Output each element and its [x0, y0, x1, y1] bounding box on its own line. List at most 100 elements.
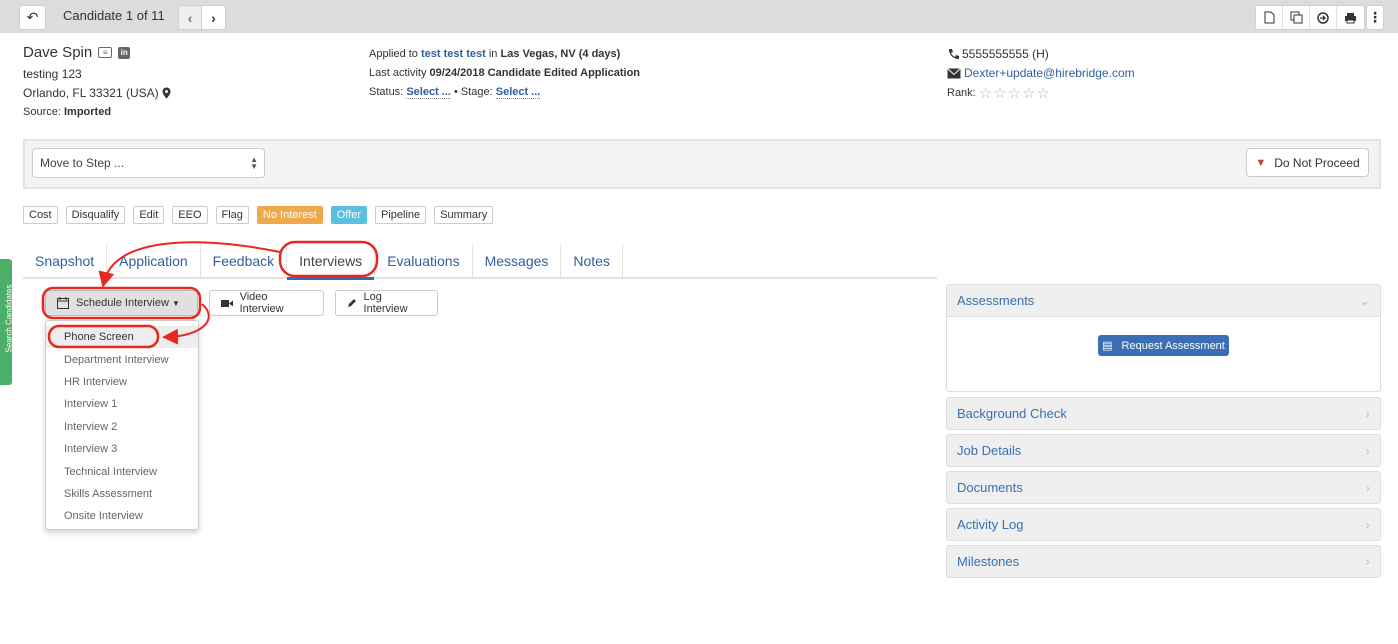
menu-item-interview-1[interactable]: Interview 1 [46, 393, 198, 415]
forward-circle-icon[interactable] [1310, 6, 1337, 29]
back-button[interactable]: ↶ [19, 5, 46, 30]
phone-number: 5555555555 (H) [962, 47, 1049, 61]
chevron-left-icon[interactable]: ‹ [179, 6, 202, 29]
chevron-right-icon: › [1365, 443, 1370, 458]
video-interview-button[interactable]: Video Interview [209, 290, 324, 316]
menu-item-phone-screen[interactable]: Phone Screen [46, 326, 198, 349]
step-panel: Move to Step ... ▲ ▼ ▼ Do Not Proceed [23, 139, 1381, 189]
top-toolbar: ↶ Candidate 1 of 11 ‹ › ⋮ [0, 0, 1398, 33]
calendar-icon [57, 297, 69, 309]
log-interview-button[interactable]: Log Interview [335, 290, 438, 316]
source-label: Source: [23, 106, 61, 118]
documents-title: Documents [957, 480, 1023, 495]
toolbar-actions [1255, 5, 1365, 30]
request-assessment-button[interactable]: ▤ Request Assessment [1098, 335, 1229, 356]
rank-label: Rank: [947, 87, 976, 99]
chevron-right-icon: › [1365, 406, 1370, 421]
caret-down-icon: ▼ [171, 298, 180, 308]
search-candidates-label: Search Candidates [4, 284, 14, 353]
action-tags: Cost Disqualify Edit EEO Flag No Interes… [23, 206, 494, 224]
assessments-title: Assessments [957, 293, 1035, 308]
stage-select[interactable]: Select ... [495, 86, 541, 99]
search-candidates-tab[interactable]: Search Candidates [0, 259, 14, 385]
move-to-step-select[interactable]: Move to Step ... ▲ ▼ [32, 148, 265, 178]
menu-item-interview-3[interactable]: Interview 3 [46, 438, 198, 460]
tag-offer[interactable]: Offer [330, 206, 367, 224]
candidate-source: Source: Imported [23, 106, 111, 118]
milestones-panel[interactable]: Milestones › [946, 545, 1381, 578]
applied-prefix: Applied to [369, 48, 418, 60]
print-icon[interactable] [1337, 6, 1364, 29]
schedule-interview-button[interactable]: Schedule Interview ▼ [45, 290, 198, 316]
documents-panel[interactable]: Documents › [946, 471, 1381, 504]
tab-messages[interactable]: Messages [473, 244, 562, 277]
activity-log-title: Activity Log [957, 517, 1024, 532]
tab-snapshot[interactable]: Snapshot [23, 244, 108, 277]
tab-feedback[interactable]: Feedback [201, 244, 288, 277]
candidate-location-row: Orlando, FL 33321 (USA) [23, 86, 171, 100]
email-link[interactable]: Dexter+update@hirebridge.com [964, 66, 1135, 80]
status-label: Status: [369, 86, 404, 98]
candidate-counter: Candidate 1 of 11 [63, 8, 165, 23]
tag-disqualify[interactable]: Disqualify [65, 206, 126, 224]
background-check-panel[interactable]: Background Check › [946, 397, 1381, 430]
contact-card-icon[interactable]: ≡ [98, 47, 113, 58]
tag-pipeline[interactable]: Pipeline [375, 206, 427, 224]
assessments-header[interactable]: Assessments ⌄ [947, 285, 1380, 316]
job-location: Las Vegas, NV (4 days) [500, 48, 621, 60]
tag-summary[interactable]: Summary [434, 206, 494, 224]
menu-item-onsite-interview[interactable]: Onsite Interview [46, 505, 198, 527]
job-details-panel[interactable]: Job Details › [946, 434, 1381, 467]
more-options-button[interactable]: ⋮ [1366, 5, 1384, 30]
tab-application[interactable]: Application [107, 244, 201, 277]
email-line: Dexter+update@hirebridge.com [947, 66, 1135, 80]
book-icon: ▤ [1102, 340, 1113, 352]
menu-item-skills-assessment[interactable]: Skills Assessment [46, 483, 198, 505]
milestones-title: Milestones [957, 554, 1020, 569]
job-details-title: Job Details [957, 443, 1022, 458]
video-camera-icon [221, 299, 233, 307]
menu-item-interview-2[interactable]: Interview 2 [46, 416, 198, 438]
candidate-headline: testing 123 [23, 67, 82, 81]
do-not-proceed-button[interactable]: ▼ Do Not Proceed [1246, 148, 1369, 177]
candidate-name-row: Dave Spin ≡ in [23, 44, 131, 61]
job-link[interactable]: test test test [421, 48, 486, 60]
chevron-right-icon: › [1365, 480, 1370, 495]
move-to-step-value: Move to Step ... [40, 156, 125, 170]
chevron-right-icon: › [1365, 517, 1370, 532]
tag-flag[interactable]: Flag [215, 206, 249, 224]
menu-item-technical-interview[interactable]: Technical Interview [46, 460, 198, 482]
assessments-panel: Assessments ⌄ ▤ Request Assessment [946, 284, 1381, 392]
candidate-tabs: Snapshot Application Feedback Interviews… [23, 244, 937, 280]
copy-icon[interactable] [1283, 6, 1310, 29]
background-check-title: Background Check [957, 406, 1067, 421]
tab-interviews[interactable]: Interviews [287, 244, 376, 280]
linkedin-icon[interactable]: in [118, 46, 131, 59]
chevron-right-icon[interactable]: › [202, 6, 225, 29]
last-activity-value: 09/24/2018 Candidate Edited Application [429, 67, 641, 79]
request-assessment-label: Request Assessment [1121, 339, 1225, 352]
activity-log-panel[interactable]: Activity Log › [946, 508, 1381, 541]
tag-edit[interactable]: Edit [133, 206, 165, 224]
menu-item-department-interview[interactable]: Department Interview [46, 348, 198, 370]
tag-eeo[interactable]: EEO [172, 206, 208, 224]
candidate-name: Dave Spin [23, 44, 93, 61]
envelope-icon [947, 67, 961, 78]
phone-line: 5555555555 (H) [947, 47, 1049, 61]
status-select[interactable]: Select ... [406, 86, 451, 99]
tab-evaluations[interactable]: Evaluations [375, 244, 473, 277]
menu-item-hr-interview[interactable]: HR Interview [46, 371, 198, 393]
do-not-proceed-label: Do Not Proceed [1274, 155, 1360, 170]
source-value: Imported [63, 106, 112, 118]
chevron-down-icon: ⌄ [1359, 292, 1370, 308]
in-word: in [488, 48, 498, 60]
map-marker-icon[interactable] [162, 87, 171, 99]
tag-no-interest[interactable]: No Interest [256, 206, 323, 224]
new-document-icon[interactable] [1256, 6, 1283, 29]
reply-arrow-icon: ↶ [26, 9, 39, 25]
rank-stars[interactable]: ☆☆☆☆☆ [979, 84, 1051, 102]
tag-cost[interactable]: Cost [23, 206, 58, 224]
rank-line: Rank: ☆☆☆☆☆ [947, 84, 1051, 102]
candidate-location: Orlando, FL 33321 (USA) [23, 86, 159, 100]
tab-notes[interactable]: Notes [561, 244, 623, 277]
